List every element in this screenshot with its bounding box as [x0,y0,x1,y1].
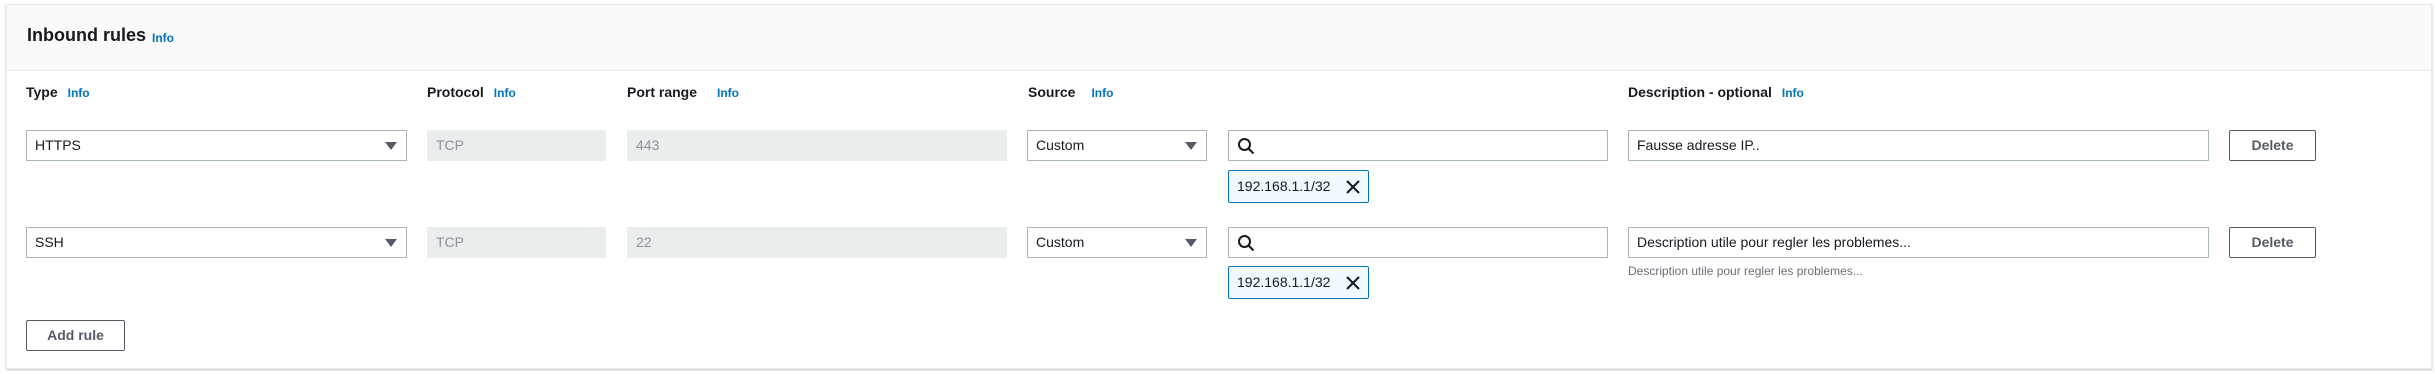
column-header-protocol: Protocol Info [427,84,516,100]
rule-1-source-token: 192.168.1.1/32 [1228,170,1369,203]
rule-2-description-input[interactable]: Description utile pour regler les proble… [1628,227,2209,258]
rule-1-type-value: HTTPS [35,137,81,153]
search-icon [1238,235,1255,252]
column-type-label: Type [26,84,58,100]
rule-1-protocol-value: TCP [436,137,464,153]
column-protocol-label: Protocol [427,84,484,100]
column-header-source: Source Info [1028,84,1113,100]
inbound-rules-panel: Inbound rules Info [6,4,2432,369]
column-header-description: Description - optional Info [1628,84,1804,100]
add-rule-button[interactable]: Add rule [26,320,125,351]
title-info-link[interactable]: Info [152,31,174,45]
rule-2-source-token: 192.168.1.1/32 [1228,266,1369,299]
rule-1-description-value: Fausse adresse IP.. [1637,137,1760,153]
description-info-link[interactable]: Info [1782,86,1804,100]
rule-2-source-search-input[interactable] [1228,227,1608,258]
type-info-link[interactable]: Info [68,86,90,100]
protocol-info-link[interactable]: Info [494,86,516,100]
rule-1-source-type-select[interactable]: Custom [1027,130,1207,161]
column-header-port-range: Port range Info [627,84,739,100]
rule-1-protocol-field: TCP [427,130,606,161]
caret-down-icon [1185,142,1197,150]
close-icon[interactable] [1344,274,1362,292]
rule-2-port-range-field: 22 [627,227,1007,258]
rule-2-protocol-field: TCP [427,227,606,258]
panel-title: Inbound rules [27,25,146,45]
rule-1-delete-button[interactable]: Delete [2229,130,2316,161]
caret-down-icon [385,239,397,247]
rule-2-type-value: SSH [35,234,64,250]
column-port-range-label: Port range [627,84,698,100]
panel-header: Inbound rules Info [7,5,2431,71]
rule-1-port-range-value: 443 [636,137,660,153]
rule-2-source-type-value: Custom [1036,234,1085,250]
rule-1-port-range-field: 443 [627,130,1007,161]
rule-2-source-token-label: 192.168.1.1/32 [1237,274,1331,290]
column-source-label: Source [1028,84,1076,100]
search-icon [1238,138,1255,155]
caret-down-icon [1185,239,1197,247]
port-range-info-link[interactable]: Info [717,86,739,100]
rule-1-description-input[interactable]: Fausse adresse IP.. [1628,130,2209,161]
column-description-label: Description - optional [1628,84,1772,100]
column-header-type: Type Info [26,84,90,100]
rule-2-protocol-value: TCP [436,234,464,250]
caret-down-icon [385,142,397,150]
rule-2-source-type-select[interactable]: Custom [1027,227,1207,258]
rule-2-description-hint: Description utile pour regler les proble… [1628,264,1863,278]
source-info-link[interactable]: Info [1091,86,1113,100]
rule-2-delete-button[interactable]: Delete [2229,227,2316,258]
rule-1-source-type-value: Custom [1036,137,1085,153]
close-icon[interactable] [1344,178,1362,196]
rule-1-source-token-label: 192.168.1.1/32 [1237,178,1331,194]
rule-2-port-range-value: 22 [636,234,652,250]
rule-2-type-select[interactable]: SSH [26,227,407,258]
rule-1-source-search-input[interactable] [1228,130,1608,161]
rule-2-description-value: Description utile pour regler les proble… [1637,234,1911,250]
rule-1-type-select[interactable]: HTTPS [26,130,407,161]
